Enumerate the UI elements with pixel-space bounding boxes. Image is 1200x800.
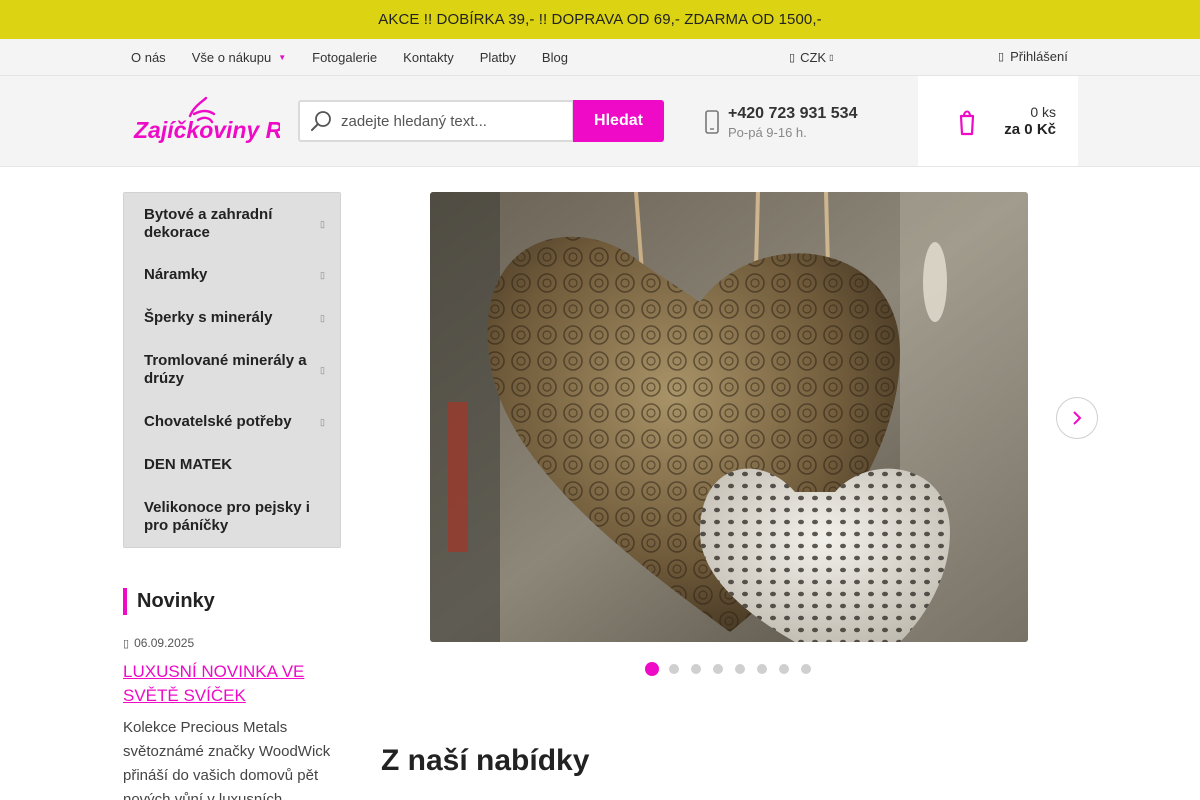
- category-label: Velikonoce pro pejsky i pro páníčky: [144, 499, 310, 534]
- category-label: Šperky s minerály: [144, 309, 273, 326]
- cart-button[interactable]: 0 ks za 0 Kč: [918, 76, 1078, 166]
- chevron-right-icon: ▯: [320, 313, 325, 323]
- cart-count: 0 ks: [1030, 104, 1056, 120]
- news-date-text: 06.09.2025: [134, 636, 195, 650]
- carousel-dot[interactable]: [713, 664, 723, 674]
- phone-number[interactable]: +420 723 931 534: [728, 105, 857, 123]
- nav-payments-label: Platby: [479, 50, 516, 65]
- logo-text: Zajíčkoviny RZ: [133, 117, 280, 143]
- phone-contact: +420 723 931 534 Po-pá 9-16 h.: [704, 100, 857, 144]
- category-item[interactable]: DEN MATEK: [144, 456, 324, 474]
- category-label: Tromlované minerály a drúzy: [144, 352, 307, 387]
- category-item[interactable]: Velikonoce pro pejsky i pro páníčky: [144, 499, 324, 535]
- nav-about-label: O nás: [131, 50, 166, 65]
- chevron-right-icon: ▯: [320, 365, 325, 375]
- category-label: Chovatelské potřeby: [144, 413, 292, 430]
- site-header: Zajíčkoviny RZ Hledat +420 723 931 534 P…: [0, 76, 1200, 167]
- phone-icon: [705, 110, 719, 134]
- phone-hours: Po-pá 9-16 h.: [728, 124, 807, 140]
- carousel-dot[interactable]: [735, 664, 745, 674]
- search-icon: [311, 111, 331, 131]
- category-item[interactable]: Náramky ▯: [144, 266, 325, 284]
- category-item[interactable]: Bytové a zahradní dekorace ▯: [144, 206, 325, 242]
- nav-blog-label: Blog: [541, 50, 568, 65]
- search-input[interactable]: [341, 112, 561, 130]
- category-label: Náramky: [144, 266, 208, 283]
- category-item[interactable]: Tromlované minerály a drúzy ▯: [144, 352, 325, 388]
- logo-icon: Zajíčkoviny RZ: [133, 96, 297, 143]
- nav-gallery[interactable]: Fotogalerie: [299, 50, 390, 65]
- user-icon: ▯: [998, 50, 1005, 63]
- carousel-dot[interactable]: [779, 664, 789, 674]
- chevron-down-icon: ▯: [829, 53, 834, 62]
- category-label: DEN MATEK: [144, 456, 233, 473]
- promo-bar: AKCE !! DOBÍRKA 39,- !! DOPRAVA OD 69,- …: [0, 0, 1200, 39]
- category-item[interactable]: Šperky s minerály ▯: [144, 309, 325, 327]
- logo[interactable]: Zajíčkoviny RZ: [132, 96, 297, 148]
- login-label: Přihlášení: [1010, 48, 1068, 64]
- news-excerpt: Kolekce Precious Metals světoznámé značk…: [123, 719, 331, 800]
- currency-label: CZK: [800, 50, 827, 65]
- promo-text: AKCE !! DOBÍRKA 39,- !! DOPRAVA OD 69,- …: [378, 11, 822, 28]
- currency-icon: ▯: [789, 52, 796, 64]
- calendar-icon: ▯: [123, 637, 130, 650]
- news-heading: Novinky: [123, 588, 215, 615]
- currency-selector[interactable]: ▯ CZK ▯: [789, 39, 833, 76]
- chevron-right-icon: ▯: [320, 219, 325, 229]
- carousel-dot[interactable]: [669, 664, 679, 674]
- nav-blog[interactable]: Blog: [529, 50, 581, 65]
- hero-slide-image[interactable]: [430, 192, 1028, 642]
- top-nav: O nás Vše o nákupu ▼ Fotogalerie Kontakty…: [118, 39, 581, 76]
- search-button[interactable]: Hledat: [573, 100, 664, 142]
- chevron-right-icon: ▯: [320, 270, 325, 280]
- carousel-dot[interactable]: [645, 662, 659, 676]
- login-link[interactable]: ▯ Přihlášení: [998, 39, 1068, 73]
- nav-contacts[interactable]: Kontakty: [390, 50, 467, 65]
- nav-contacts-label: Kontakty: [403, 50, 454, 65]
- chevron-down-icon: ▼: [278, 53, 287, 62]
- carousel-dot[interactable]: [757, 664, 767, 674]
- carousel-next-button[interactable]: [1056, 397, 1098, 439]
- top-bar: O nás Vše o nákupu ▼ Fotogalerie Kontakty…: [0, 39, 1200, 76]
- hero-photo: [430, 192, 1028, 642]
- chevron-right-icon: [1073, 411, 1082, 425]
- carousel-dot[interactable]: [691, 664, 701, 674]
- category-label: Bytové a zahradní dekorace: [144, 206, 273, 241]
- news-date: ▯ 06.09.2025: [123, 636, 194, 650]
- cart-icon: [959, 110, 975, 136]
- nav-about[interactable]: O nás: [118, 50, 179, 65]
- carousel-dots: [645, 662, 823, 676]
- nav-gallery-label: Fotogalerie: [312, 50, 378, 65]
- nav-shopping-info[interactable]: Vše o nákupu ▼: [179, 50, 299, 65]
- category-sidebar: Bytové a zahradní dekorace ▯ Náramky ▯ Š…: [123, 192, 341, 548]
- nav-shopping-info-label: Vše o nákupu: [191, 50, 272, 65]
- carousel-dot[interactable]: [801, 664, 811, 674]
- section-title: Z naší nabídky: [381, 744, 590, 777]
- chevron-right-icon: ▯: [320, 417, 325, 427]
- category-item[interactable]: Chovatelské potřeby ▯: [144, 413, 325, 431]
- cart-total: za 0 Kč: [1004, 121, 1056, 138]
- nav-payments[interactable]: Platby: [467, 50, 529, 65]
- news-headline-link[interactable]: LUXUSNÍ NOVINKA VE SVĚTĚ SVÍČEK: [123, 660, 333, 708]
- search-box: [298, 100, 574, 142]
